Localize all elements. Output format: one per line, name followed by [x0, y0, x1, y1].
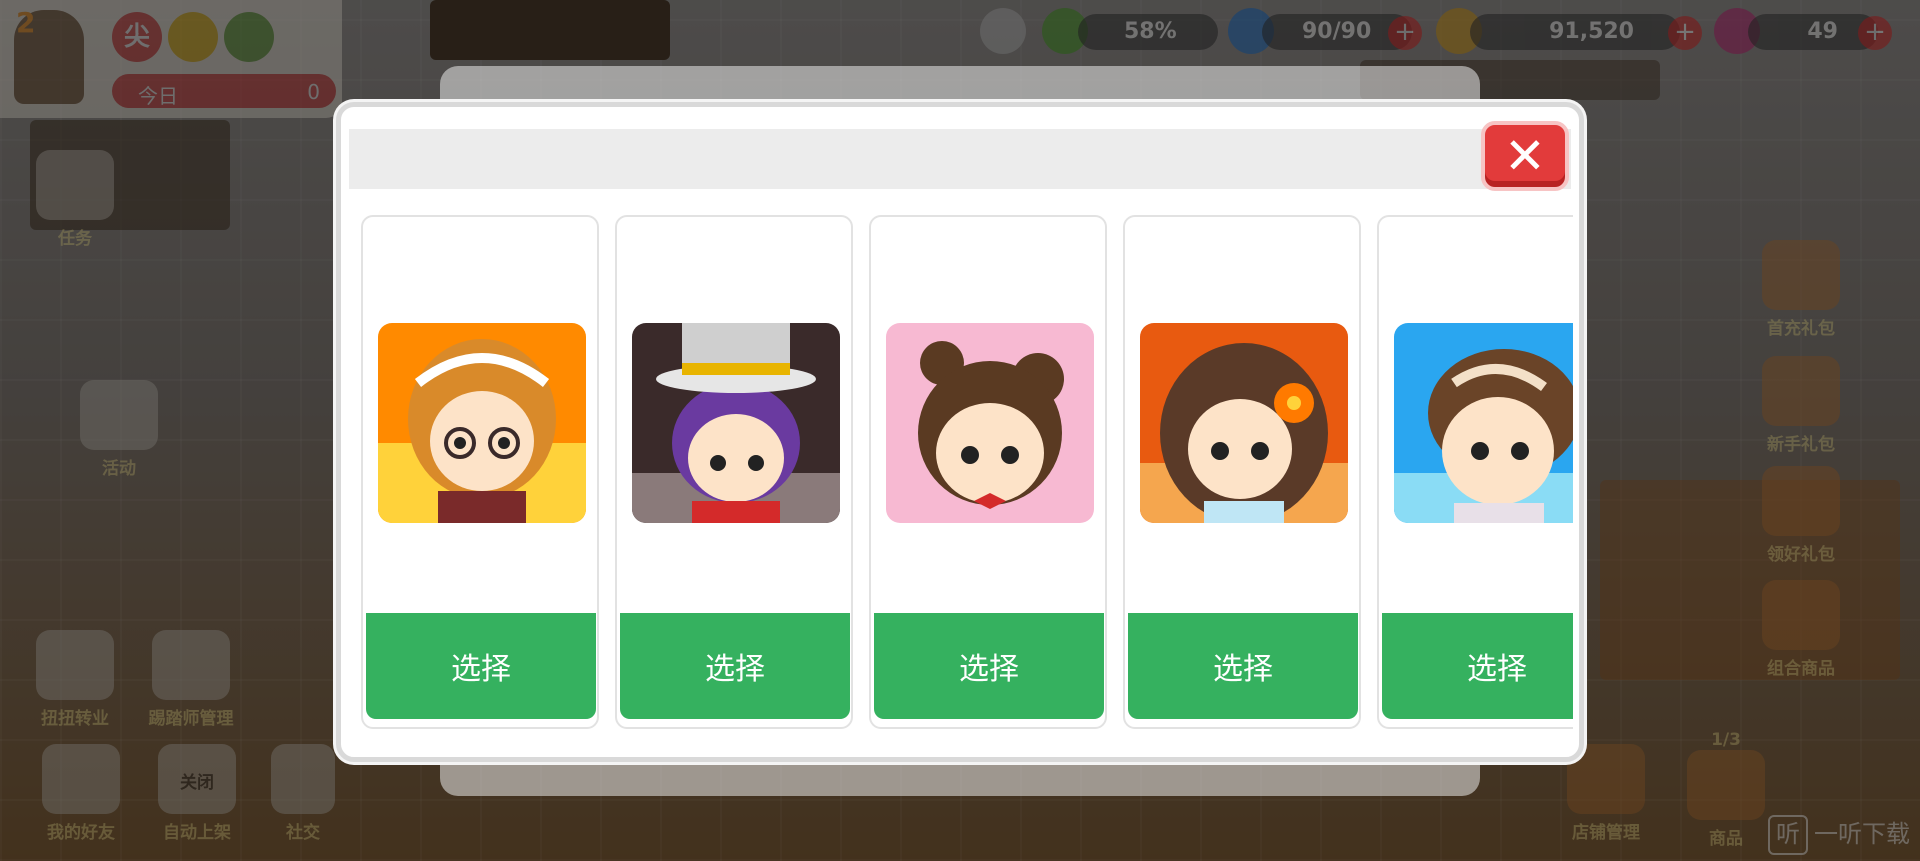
- close-button[interactable]: ✕: [1481, 121, 1569, 191]
- modal-header: [349, 129, 1571, 189]
- character-card[interactable]: 选择: [869, 215, 1107, 729]
- character-card[interactable]: 选择: [1123, 215, 1361, 729]
- character-list[interactable]: 选择 选择 选择 选择 选择: [361, 215, 1573, 731]
- select-button[interactable]: 选择: [874, 613, 1104, 719]
- select-button[interactable]: 选择: [1128, 613, 1358, 719]
- character-select-modal: ✕ 选择 选择 选择 选择 选择: [336, 102, 1584, 762]
- character-portrait: [378, 323, 586, 523]
- character-card[interactable]: 选择: [615, 215, 853, 729]
- select-button[interactable]: 选择: [1382, 613, 1573, 719]
- character-card[interactable]: 选择: [1377, 215, 1573, 729]
- character-portrait: [632, 323, 840, 523]
- select-button[interactable]: 选择: [366, 613, 596, 719]
- close-icon: ✕: [1504, 127, 1546, 185]
- character-portrait: [886, 323, 1094, 523]
- character-card[interactable]: 选择: [361, 215, 599, 729]
- character-portrait: [1140, 323, 1348, 523]
- select-button[interactable]: 选择: [620, 613, 850, 719]
- character-portrait: [1394, 323, 1573, 523]
